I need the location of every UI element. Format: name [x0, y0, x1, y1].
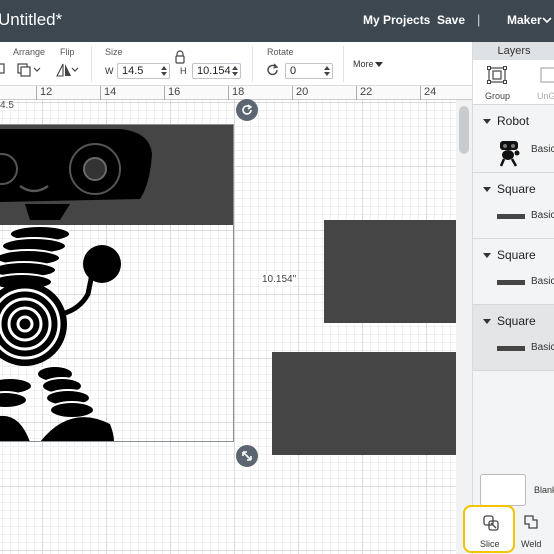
more-menu[interactable]: More — [353, 59, 374, 69]
shape-swatch — [497, 214, 525, 219]
selection-bounding-box[interactable] — [0, 124, 234, 442]
rotate-handle-icon — [242, 104, 253, 115]
toolbar-divider — [343, 46, 344, 82]
layer-name: Square — [497, 182, 536, 196]
collapse-arrow-icon[interactable] — [483, 319, 491, 324]
flip-icon[interactable] — [55, 62, 79, 78]
ruler-number: 14 — [104, 86, 117, 98]
width-stepper-icon[interactable] — [161, 65, 167, 77]
design-space-window: Untitled* My Projects Save | Maker Arran… — [0, 0, 554, 554]
slice-button[interactable]: Slice — [463, 505, 515, 553]
height-value: 10.154 — [197, 65, 231, 77]
ruler-number: 16 — [168, 86, 181, 98]
width-prefix: W — [105, 66, 114, 76]
layers-panel-title: Layers — [473, 42, 554, 60]
blank-canvas-swatch[interactable] — [480, 474, 526, 506]
square-shape[interactable] — [272, 352, 456, 455]
layer-type-label: Basic — [531, 342, 554, 353]
rotate-value: 0 — [290, 65, 297, 77]
lock-icon[interactable] — [174, 50, 186, 64]
collapse-arrow-icon[interactable] — [483, 253, 491, 258]
layer-name: Robot — [497, 114, 530, 128]
robot-thumbnail-icon — [499, 141, 520, 167]
width-value: 14.5 — [122, 65, 144, 77]
layer-type-label: Basic — [531, 210, 554, 221]
group-label[interactable]: Group — [485, 91, 510, 101]
height-input[interactable]: 10.154 — [192, 63, 241, 79]
rotate-icon[interactable] — [266, 63, 280, 77]
shape-swatch — [497, 280, 525, 285]
edit-toolbar: Arrange Flip Size W 14.5 H 10.154 Rotate… — [0, 42, 472, 86]
shape-swatch — [497, 346, 525, 351]
layer-item-square-selected[interactable]: Square Basic — [473, 304, 554, 370]
ungroup-icon[interactable] — [539, 66, 554, 84]
layer-item-square[interactable]: Square Basic — [473, 172, 554, 238]
blank-canvas-label: Blank — [534, 485, 554, 495]
layer-item-robot[interactable]: Robot Basic — [473, 104, 554, 172]
size-label: Size — [105, 47, 123, 57]
rotate-stepper-icon[interactable] — [324, 65, 330, 77]
header-separator: | — [477, 12, 481, 27]
ruler-number: 18 — [232, 86, 245, 98]
ruler-number: 20 — [296, 86, 309, 98]
arrange-label: Arrange — [13, 47, 46, 57]
square-shape[interactable] — [324, 220, 456, 323]
layer-type-label: Basic — [531, 144, 554, 155]
weld-icon[interactable] — [522, 513, 540, 531]
height-dimension-label: 10.154" — [261, 274, 298, 285]
ruler-number: 24 — [424, 86, 437, 98]
toolbar-divider — [252, 46, 253, 82]
ruler-number: 12 — [40, 86, 53, 98]
collapse-arrow-icon[interactable] — [483, 187, 491, 192]
slice-label: Slice — [480, 539, 500, 549]
caret-down-icon[interactable] — [375, 62, 383, 68]
layer-actions-bar: Group UnG — [473, 60, 554, 104]
top-header: Untitled* My Projects Save | Maker — [0, 0, 554, 42]
my-projects-link[interactable]: My Projects — [363, 13, 430, 27]
flip-label: Flip — [60, 47, 75, 57]
layer-type-label: Basic — [531, 276, 554, 287]
weld-label[interactable]: Weld — [521, 539, 541, 549]
layer-name: Square — [497, 314, 536, 328]
slice-icon — [483, 515, 499, 531]
vertical-scrollbar[interactable] — [456, 100, 472, 554]
layer-name: Square — [497, 248, 536, 262]
rotate-handle[interactable] — [236, 99, 258, 121]
toolbar-divider — [91, 46, 92, 82]
height-prefix: H — [180, 66, 187, 76]
collapse-arrow-icon[interactable] — [483, 119, 491, 124]
rotate-label: Rotate — [267, 47, 294, 57]
save-button[interactable]: Save — [437, 13, 465, 27]
machine-select[interactable]: Maker — [507, 13, 542, 27]
resize-diagonal-icon — [242, 451, 252, 461]
resize-handle[interactable] — [236, 445, 258, 467]
layer-item-square[interactable]: Square Basic — [473, 238, 554, 304]
scrollbar-thumb[interactable] — [459, 106, 469, 154]
arrange-icon[interactable] — [16, 62, 42, 78]
height-stepper-icon[interactable] — [232, 65, 238, 77]
group-icon[interactable] — [487, 66, 507, 84]
rotate-input[interactable]: 0 — [285, 63, 333, 79]
vertical-ruler-number: 4.5 — [0, 100, 14, 111]
ungroup-label[interactable]: UnG — [537, 91, 554, 101]
horizontal-ruler: 12 14 16 18 20 22 24 — [0, 86, 472, 100]
align-icon[interactable] — [0, 62, 8, 76]
chevron-down-icon[interactable] — [541, 14, 553, 26]
project-title[interactable]: Untitled* — [0, 10, 62, 30]
ruler-number: 22 — [360, 86, 373, 98]
width-input[interactable]: 14.5 — [117, 63, 170, 79]
